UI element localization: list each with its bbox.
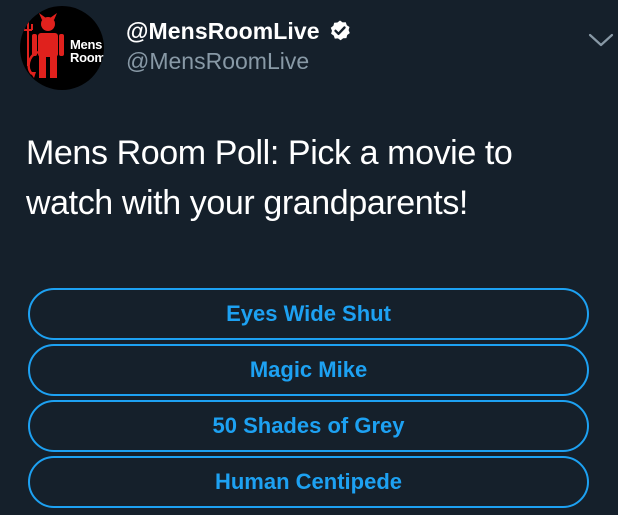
avatar[interactable]: Mens Room [20, 6, 104, 90]
poll: Eyes Wide Shut Magic Mike 50 Shades of G… [28, 288, 589, 512]
poll-option[interactable]: 50 Shades of Grey [28, 400, 589, 452]
verified-badge-icon [330, 20, 350, 41]
author-handle[interactable]: @MensRoomLive [126, 48, 352, 75]
tweet-author: @MensRoomLive @MensRoomLive [126, 16, 352, 75]
display-name-row: @MensRoomLive [126, 16, 352, 46]
display-name[interactable]: @MensRoomLive [126, 18, 320, 45]
tweet-header: Mens Room @MensRoomLive @MensRoomLive [20, 6, 614, 90]
tweet: Mens Room @MensRoomLive @MensRoomLive Me… [0, 0, 618, 515]
poll-option[interactable]: Magic Mike [28, 344, 589, 396]
poll-option[interactable]: Human Centipede [28, 456, 589, 508]
poll-option[interactable]: Eyes Wide Shut [28, 288, 589, 340]
tweet-text: Mens Room Poll: Pick a movie to watch wi… [26, 134, 513, 222]
avatar-brand-line2: Room [70, 50, 104, 65]
chevron-down-icon[interactable] [586, 28, 616, 52]
